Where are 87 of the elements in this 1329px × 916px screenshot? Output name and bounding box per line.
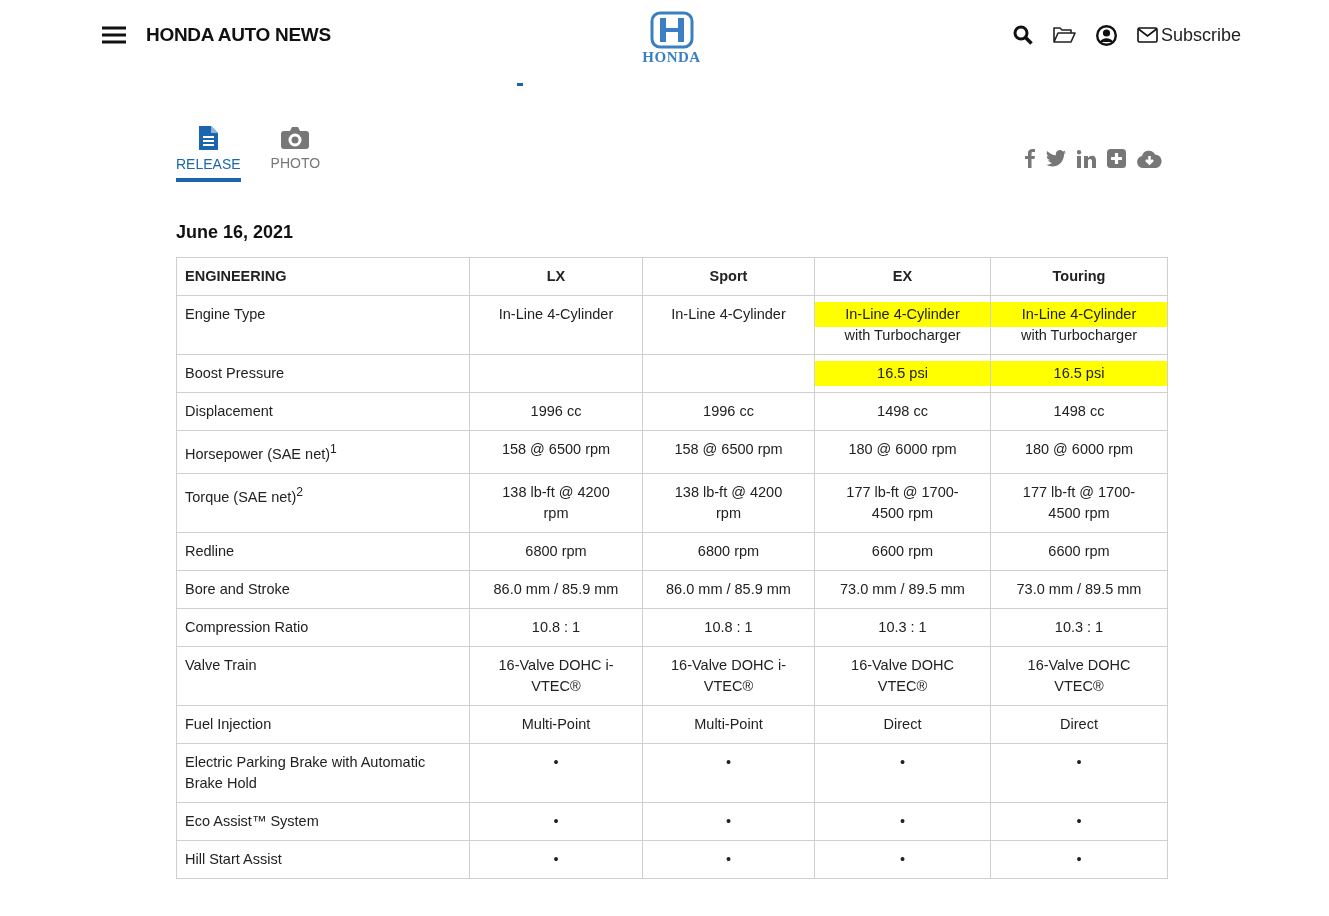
table-cell: • — [814, 743, 991, 803]
row-label: Bore and Stroke — [176, 570, 470, 609]
table-cell: In-Line 4-Cylinder — [469, 295, 643, 355]
table-cell: • — [642, 840, 815, 879]
column-header: Touring — [990, 257, 1168, 296]
table-cell: 16-Valve DOHC VTEC® — [814, 646, 991, 706]
table-cell: 16-Valve DOHC i-VTEC® — [469, 646, 643, 706]
table-cell: 6800 rpm — [469, 532, 643, 571]
table-cell: • — [642, 743, 815, 803]
highlighted-table-cell: 16.5 psi — [814, 354, 991, 393]
highlighted-table-cell: In-Line 4-Cylinder with Turbocharger — [990, 295, 1168, 355]
folder-icon[interactable] — [1052, 26, 1076, 44]
table-cell: • — [642, 802, 815, 841]
bird-icon[interactable] — [1046, 150, 1066, 167]
tab[interactable]: PHOTO — [270, 126, 321, 182]
table-cell: 177 lb-ft @ 1700-4500 rpm — [814, 473, 991, 533]
highlighted-table-cell: In-Line 4-Cylinder with Turbocharger — [814, 295, 991, 355]
table-cell: 138 lb-ft @ 4200 rpm — [469, 473, 643, 533]
table-cell: 10.8 : 1 — [642, 608, 815, 647]
table-cell: Multi-Point — [642, 705, 815, 744]
table-cell: • — [469, 802, 643, 841]
table-cell: • — [990, 802, 1168, 841]
column-header: EX — [814, 257, 991, 296]
table-cell: In-Line 4-Cylinder — [642, 295, 815, 355]
row-label: Redline — [176, 532, 470, 571]
publication-date: June 16, 2021 — [176, 222, 295, 243]
envelope-icon — [1136, 27, 1158, 43]
table-cell: Direct — [990, 705, 1168, 744]
table-cell: 1498 cc — [814, 392, 991, 431]
table-cell: 138 lb-ft @ 4200 rpm — [642, 473, 815, 533]
table-cell: 180 @ 6000 rpm — [814, 430, 991, 474]
table-cell: 1996 cc — [642, 392, 815, 431]
table-cell: 158 @ 6500 rpm — [642, 430, 815, 474]
facebook-icon[interactable] — [1025, 149, 1035, 168]
table-cell: 1498 cc — [990, 392, 1168, 431]
document-icon — [198, 126, 218, 150]
table-cell: Direct — [814, 705, 991, 744]
row-label: Engine Type — [176, 295, 470, 355]
row-label: Torque (SAE net)$^{2}$ — [176, 473, 470, 533]
table-cell: 86.0 mm / 85.9 mm — [642, 570, 815, 609]
table-cell: 10.3 : 1 — [990, 608, 1168, 647]
table-cell: 86.0 mm / 85.9 mm — [469, 570, 643, 609]
table-cell: 6800 rpm — [642, 532, 815, 571]
linkedin-icon[interactable] — [1077, 149, 1096, 168]
table-cell: 6600 rpm — [990, 532, 1168, 571]
column-header: Sport — [642, 257, 815, 296]
row-label: Compression Ratio — [176, 608, 470, 647]
row-label: Valve Train — [176, 646, 470, 706]
subscribe-button[interactable]: Subscribe — [1136, 24, 1241, 46]
table-cell: 16-Valve DOHC i-VTEC® — [642, 646, 815, 706]
table-cell: 158 @ 6500 rpm — [469, 430, 643, 474]
highlighted-table-cell: 16.5 psi — [990, 354, 1168, 393]
table-cell: • — [814, 802, 991, 841]
row-label: Displacement — [176, 392, 470, 431]
table-cell: 177 lb-ft @ 1700-4500 rpm — [990, 473, 1168, 533]
table-cell: • — [814, 840, 991, 879]
table-cell: 73.0 mm / 89.5 mm — [990, 570, 1168, 609]
search-icon[interactable] — [1012, 25, 1033, 45]
cloud-download-icon[interactable] — [1137, 149, 1162, 168]
table-cell: • — [990, 743, 1168, 803]
column-header: ENGINEERING — [176, 257, 470, 296]
row-label: Electric Parking Brake with Automatic Brake Hold — [176, 743, 470, 803]
row-label: Hill Start Assist — [176, 840, 470, 879]
user-icon[interactable] — [1095, 24, 1117, 46]
camera-icon — [281, 126, 310, 149]
row-label: Fuel Injection — [176, 705, 470, 744]
table-cell: 10.8 : 1 — [469, 608, 643, 647]
table-cell: 1996 cc — [469, 392, 643, 431]
table-cell: 73.0 mm / 89.5 mm — [814, 570, 991, 609]
logo-wordmark[interactable]: HONDA — [642, 49, 701, 65]
table-cell: 6600 rpm — [814, 532, 991, 571]
row-label: Horsepower (SAE net)$^{1}$ — [176, 430, 470, 474]
table-cell: • — [990, 840, 1168, 879]
column-header: LX — [469, 257, 643, 296]
menu-icon[interactable] — [102, 26, 126, 44]
table-cell: 10.3 : 1 — [814, 608, 991, 647]
row-label: Boost Pressure — [176, 354, 470, 393]
table-cell: • — [469, 840, 643, 879]
plus-icon[interactable] — [1107, 149, 1126, 168]
tab[interactable]: RELEASE — [176, 126, 241, 182]
row-label: Eco Assist™ System — [176, 802, 470, 841]
table-cell: Multi-Point — [469, 705, 643, 744]
table-cell: 180 @ 6000 rpm — [990, 430, 1168, 474]
table-cell: • — [469, 743, 643, 803]
logo-emblem-icon[interactable] — [649, 11, 694, 49]
site-title[interactable]: HONDA AUTO NEWS — [146, 24, 331, 46]
table-cell: 16-Valve DOHC VTEC® — [990, 646, 1168, 706]
